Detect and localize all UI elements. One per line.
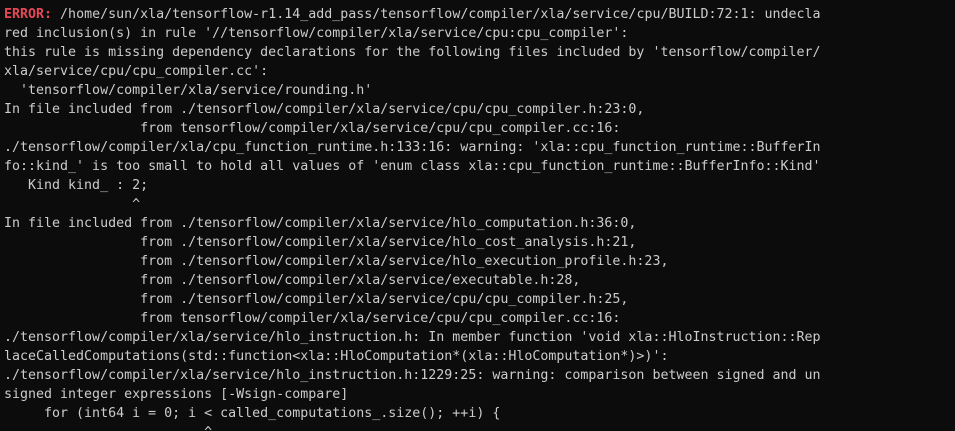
terminal-line: from ./tensorflow/compiler/xla/service/e… [4, 273, 581, 288]
terminal-line: signed integer expressions [-Wsign-compa… [4, 387, 349, 402]
terminal-line: 'tensorflow/compiler/xla/service/roundin… [4, 83, 373, 98]
terminal-line: fo::kind_' is too small to hold all valu… [4, 159, 821, 174]
terminal-line: In file included from ./tensorflow/compi… [4, 216, 637, 231]
terminal-line: from ./tensorflow/compiler/xla/service/h… [4, 254, 669, 269]
terminal-line: red inclusion(s) in rule '//tensorflow/c… [4, 26, 629, 41]
error-label: ERROR: [4, 7, 53, 22]
terminal-line: laceCalledComputations(std::function<xla… [4, 349, 669, 364]
terminal-line: from tensorflow/compiler/xla/service/cpu… [4, 121, 621, 136]
terminal-line: this rule is missing dependency declarat… [4, 45, 821, 60]
terminal-line: ./tensorflow/compiler/xla/cpu_function_r… [4, 140, 821, 155]
terminal-line: Kind kind_ : 2; [4, 178, 149, 193]
terminal-line: ERROR: /home/sun/xla/tensorflow-r1.14_ad… [4, 5, 955, 24]
terminal-line: In file included from ./tensorflow/compi… [4, 102, 645, 117]
terminal-line: from ./tensorflow/compiler/xla/service/c… [4, 292, 629, 307]
terminal-line: xla/service/cpu/cpu_compiler.cc': [4, 64, 269, 79]
terminal-line-text: /home/sun/xla/tensorflow-r1.14_add_pass/… [52, 7, 821, 22]
terminal-window[interactable]: ERROR: /home/sun/xla/tensorflow-r1.14_ad… [0, 0, 955, 431]
terminal-line: ^ [4, 423, 955, 431]
terminal-line: from tensorflow/compiler/xla/service/cpu… [4, 311, 621, 326]
terminal-line: ./tensorflow/compiler/xla/service/hlo_in… [4, 368, 821, 383]
terminal-line: from ./tensorflow/compiler/xla/service/h… [4, 235, 637, 250]
terminal-line: ./tensorflow/compiler/xla/service/hlo_in… [4, 330, 821, 345]
terminal-line: for (int64 i = 0; i < called_computation… [4, 406, 501, 421]
terminal-line: ^ [4, 197, 141, 212]
